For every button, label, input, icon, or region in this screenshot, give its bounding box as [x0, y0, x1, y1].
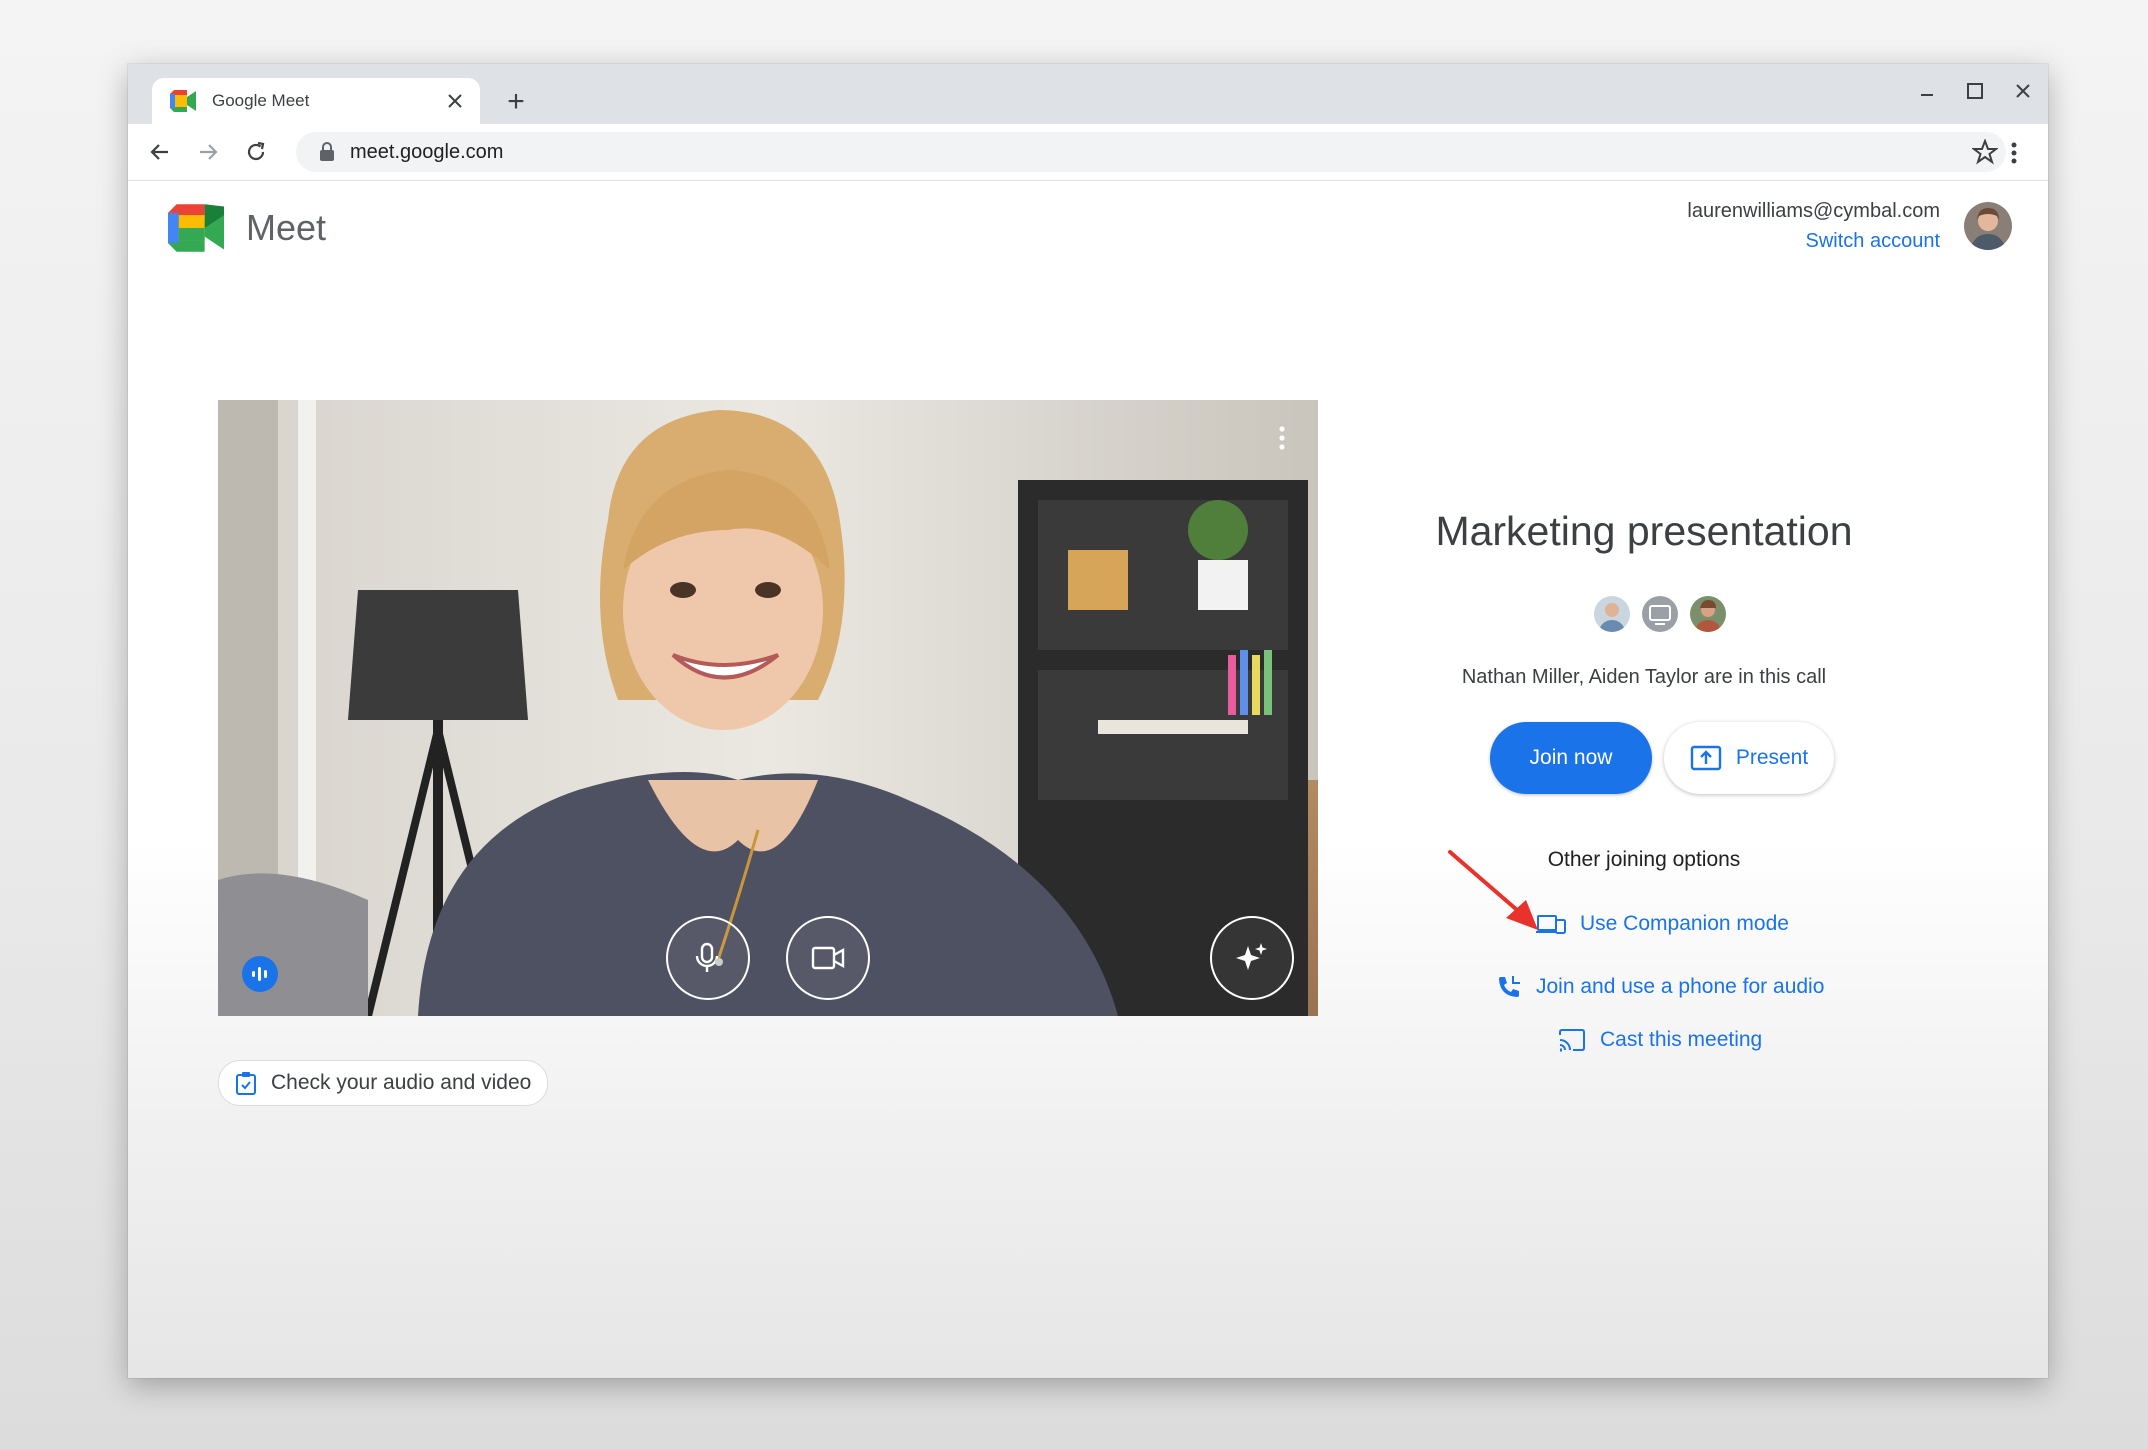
tab-close-icon[interactable] — [440, 86, 470, 116]
tab-strip: Google Meet + — [128, 64, 2048, 124]
video-preview — [218, 400, 1318, 1016]
use-companion-mode-link[interactable]: Use Companion mode — [1536, 912, 1789, 936]
url-text: meet.google.com — [350, 140, 504, 163]
reload-icon[interactable] — [238, 134, 274, 170]
cast-meeting-label: Cast this meeting — [1600, 1028, 1763, 1051]
phone-audio-icon — [1499, 976, 1520, 997]
check-audio-video-button[interactable]: Check your audio and video — [218, 1060, 549, 1106]
self-view-image — [218, 400, 1318, 1016]
present-screen-icon — [1690, 745, 1722, 771]
switch-account-link[interactable]: Switch account — [1805, 230, 1940, 253]
phone-audio-label: Join and use a phone for audio — [1536, 975, 1825, 998]
tab-title: Google Meet — [212, 91, 310, 110]
present-label: Present — [1735, 746, 1809, 769]
visual-effects-button[interactable] — [1210, 916, 1294, 1000]
microphone-toggle-button[interactable] — [666, 916, 750, 1000]
annotation-arrow-icon — [1448, 850, 1538, 930]
check-audio-video-label: Check your audio and video — [271, 1071, 532, 1094]
browser-menu-icon[interactable] — [2000, 138, 2028, 168]
cast-icon — [1559, 1029, 1585, 1052]
bookmark-star-icon[interactable] — [1970, 137, 2000, 167]
browser-toolbar: meet.google.com — [128, 124, 2048, 181]
sparkle-effects-icon — [1236, 943, 1267, 970]
lock-icon — [318, 142, 336, 162]
meeting-title: Marketing presentation — [1435, 508, 1853, 554]
back-arrow-icon[interactable] — [142, 134, 178, 170]
video-more-options-icon[interactable] — [1272, 420, 1292, 456]
present-button[interactable]: Present — [1664, 722, 1834, 794]
microphone-icon — [695, 942, 723, 972]
meet-logo-icon — [168, 204, 224, 252]
camera-icon — [811, 946, 845, 970]
app-name: Meet — [246, 207, 327, 248]
camera-toggle-button[interactable] — [786, 916, 870, 1000]
participant-avatars — [1594, 596, 1726, 632]
participant-avatar — [1690, 596, 1726, 632]
in-call-text: Nathan Miller, Aiden Taylor are in this … — [1461, 666, 1827, 688]
close-window-icon[interactable] — [2010, 78, 2036, 104]
account-email: laurenwilliams@cymbal.com — [1687, 200, 1940, 222]
browser-window: Google Meet + meet.google.com Meet laure… — [128, 64, 2048, 1378]
new-tab-button[interactable]: + — [498, 84, 534, 120]
forward-arrow-icon[interactable] — [190, 134, 226, 170]
cast-meeting-link[interactable]: Cast this meeting — [1558, 1028, 1762, 1052]
join-phone-audio-link[interactable]: Join and use a phone for audio — [1496, 974, 1824, 1000]
participant-avatar-device — [1642, 596, 1678, 632]
tab-google-meet[interactable]: Google Meet — [152, 78, 480, 124]
clipboard-check-icon — [236, 1072, 256, 1095]
maximize-icon[interactable] — [1962, 78, 1988, 104]
address-bar[interactable]: meet.google.com — [296, 132, 2006, 172]
account-avatar[interactable] — [1964, 202, 2012, 250]
companion-mode-label: Use Companion mode — [1580, 912, 1789, 935]
participant-avatar — [1594, 596, 1630, 632]
meet-favicon-icon — [170, 90, 196, 112]
join-now-button[interactable]: Join now — [1490, 722, 1652, 794]
minimize-icon[interactable] — [1914, 78, 1940, 104]
audio-level-icon — [242, 956, 278, 992]
